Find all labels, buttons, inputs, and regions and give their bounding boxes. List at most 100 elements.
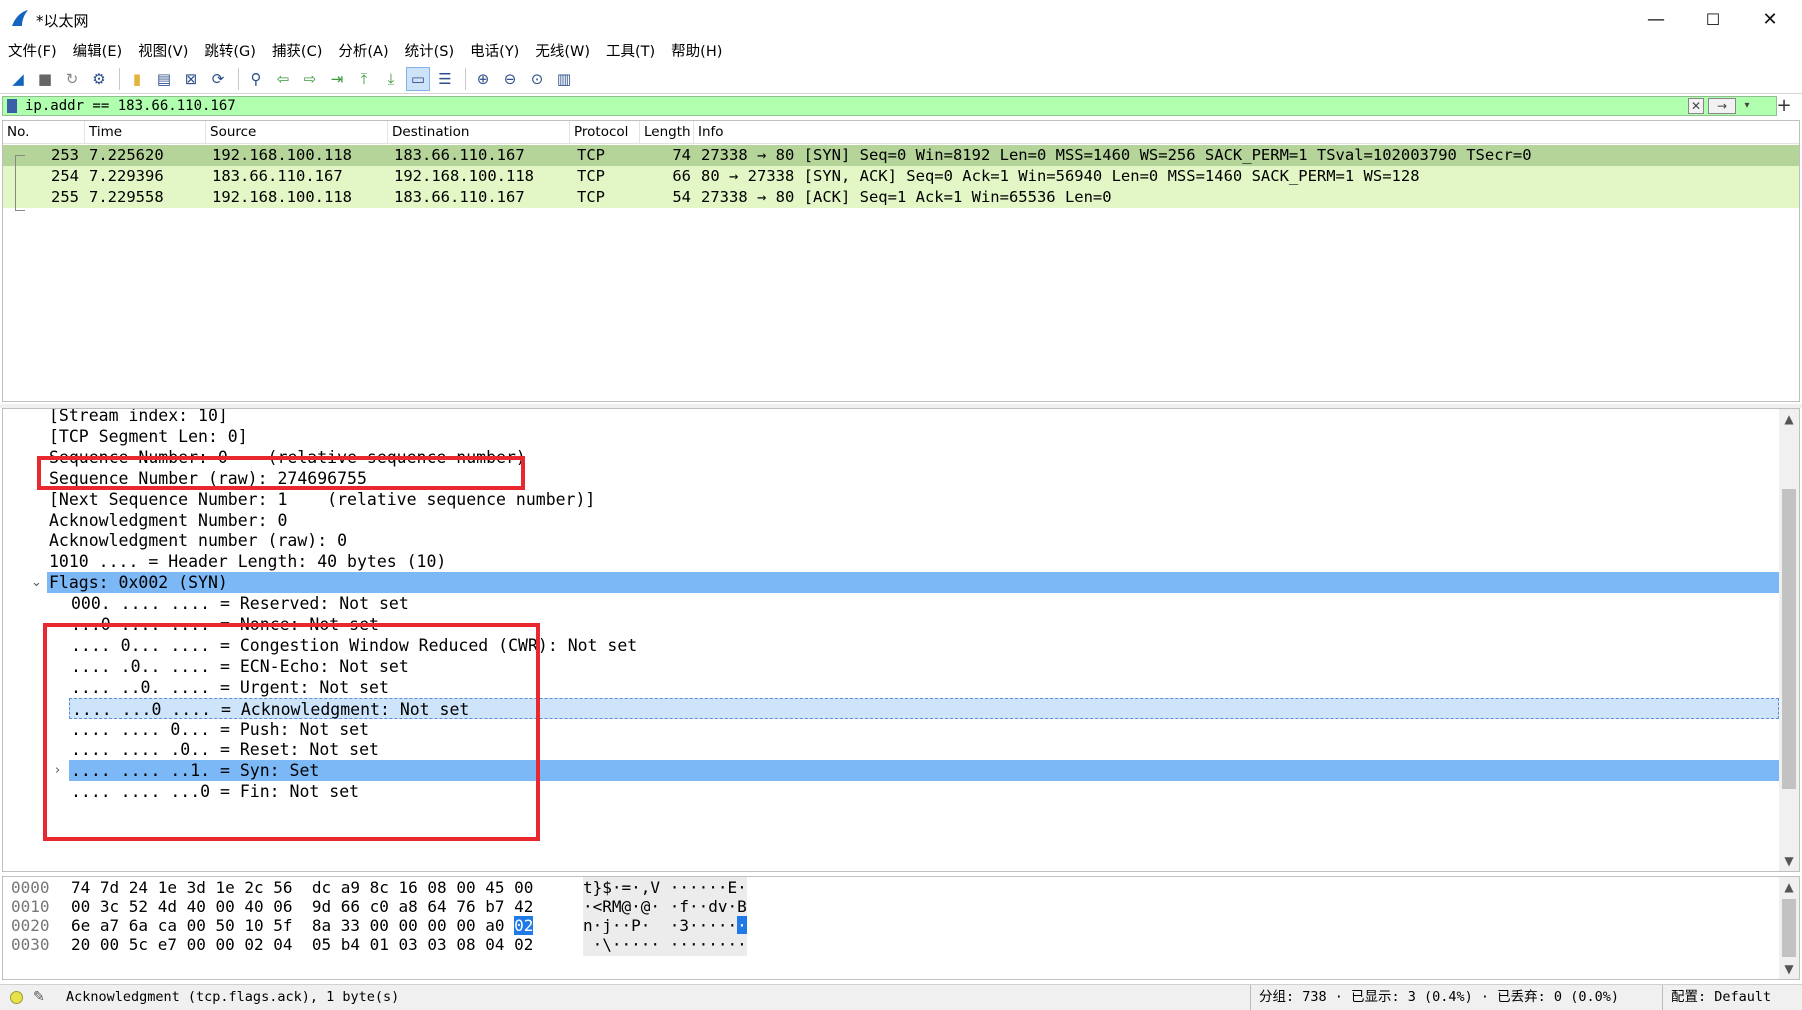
title-bar: *以太网 — ☐ ✕ <box>0 0 1802 38</box>
expert-info-icon[interactable] <box>10 991 23 1004</box>
scroll-up-icon[interactable]: ▲ <box>1779 409 1799 429</box>
add-filter-button[interactable]: + <box>1772 96 1796 116</box>
menu-item-9[interactable]: 工具(T) <box>606 40 655 64</box>
open-folder-icon[interactable]: ▮ <box>125 67 149 91</box>
menu-item-7[interactable]: 电话(Y) <box>470 40 519 64</box>
save-file-icon[interactable]: ▤ <box>152 67 176 91</box>
detail-row[interactable]: [Stream index: 10] <box>3 409 1779 426</box>
last-packet-icon[interactable]: ⤓ <box>379 67 403 91</box>
detail-text: [TCP Segment Len: 0] <box>49 426 248 446</box>
detail-row[interactable]: .... .... ..1. = Syn: Set <box>69 760 1779 782</box>
detail-row[interactable]: Acknowledgment Number: 0 <box>3 510 1779 531</box>
packet-destination: 183.66.110.167 <box>394 188 525 206</box>
detail-row[interactable]: .... ..0. .... = Urgent: Not set <box>3 677 1779 698</box>
close-file-icon[interactable]: ⊠ <box>179 67 203 91</box>
detail-row[interactable]: ...0 .... .... = Nonce: Not set <box>3 614 1779 635</box>
zoom-out-icon[interactable]: ⊖ <box>498 67 522 91</box>
profile-label[interactable]: 配置: Default <box>1662 985 1771 1010</box>
packet-source: 192.168.100.118 <box>212 188 352 206</box>
detail-row[interactable]: Sequence Number: 0 (relative sequence nu… <box>3 447 1779 468</box>
detail-text: Acknowledgment number (raw): 0 <box>49 531 348 551</box>
detail-text: .... .... ..1. = Syn: Set <box>71 761 320 781</box>
bytes-ascii: ·\····· ········ <box>583 934 747 956</box>
stop-icon[interactable]: ■ <box>33 67 57 91</box>
detail-text: .... .0.. .... = ECN-Echo: Not set <box>71 656 409 676</box>
bytes-ascii-text: ·<RM@·@· ·f··dv·B <box>583 897 747 916</box>
bookmark-icon[interactable] <box>7 99 17 113</box>
scroll-down-icon[interactable]: ▼ <box>1779 959 1799 979</box>
forward-arrow-icon[interactable]: ⇨ <box>298 67 322 91</box>
col-source[interactable]: Source <box>206 121 388 143</box>
details-scrollbar[interactable]: ▲ ▼ <box>1779 409 1799 871</box>
detail-row[interactable]: .... .0.. .... = ECN-Echo: Not set <box>3 656 1779 677</box>
col-destination[interactable]: Destination <box>388 121 570 143</box>
restart-icon[interactable]: ↻ <box>60 67 84 91</box>
menu-item-0[interactable]: 文件(F) <box>8 40 57 64</box>
col-time[interactable]: Time <box>85 121 206 143</box>
packet-no: 253 <box>51 146 79 164</box>
menu-item-3[interactable]: 跳转(G) <box>204 40 256 64</box>
zoom-in-icon[interactable]: ⊕ <box>471 67 495 91</box>
scroll-down-icon[interactable]: ▼ <box>1779 851 1799 871</box>
detail-row[interactable]: .... .... .0.. = Reset: Not set <box>3 739 1779 760</box>
chevron-right-icon[interactable]: › <box>55 760 60 781</box>
packet-row[interactable]: 253 7.225620 192.168.100.118 183.66.110.167… <box>3 145 1799 166</box>
colorize-icon[interactable]: ☰ <box>433 67 457 91</box>
detail-row[interactable]: .... .... 0... = Push: Not set <box>3 719 1779 740</box>
bytes-row[interactable]: 0030 20 00 5c e7 00 00 02 04 05 b4 01 03 … <box>3 934 1779 956</box>
bytes-scrollbar[interactable]: ▲ ▼ <box>1779 877 1799 979</box>
detail-text: .... ...0 .... = Acknowledgment: Not set <box>72 699 470 719</box>
detail-row[interactable]: [TCP Segment Len: 0] <box>3 426 1779 447</box>
main-toolbar: ◢ ■ ↻ ⚙ ▮ ▤ ⊠ ⟳ ⚲ ⇦ ⇨ ⇥ ⤒ ⤓ ▭ ☰ ⊕ ⊖ ⊙ ▥ <box>0 65 1802 94</box>
packet-info: 80 → 27338 [SYN, ACK] Seq=0 Ack=1 Win=56… <box>701 167 1420 185</box>
packet-row[interactable]: 255 7.229558 192.168.100.118 183.66.110.167… <box>3 187 1799 208</box>
menu-item-1[interactable]: 编辑(E) <box>73 40 122 64</box>
close-button[interactable]: ✕ <box>1741 0 1799 38</box>
col-no[interactable]: No. <box>3 121 85 143</box>
detail-row[interactable]: Flags: 0x002 (SYN) <box>47 572 1779 594</box>
menu-bar: 文件(F) 编辑(E) 视图(V) 跳转(G) 捕获(C) 分析(A) 统计(S) 电话(Y)… <box>0 40 1802 64</box>
find-icon[interactable]: ⚲ <box>244 67 268 91</box>
detail-row[interactable]: Acknowledgment number (raw): 0 <box>3 530 1779 551</box>
detail-row[interactable]: .... .... ...0 = Fin: Not set <box>3 781 1779 802</box>
edit-comment-icon[interactable]: ✎ <box>33 985 45 1010</box>
minimize-button[interactable]: — <box>1627 0 1685 38</box>
scroll-thumb[interactable] <box>1782 899 1796 957</box>
back-arrow-icon[interactable]: ⇦ <box>271 67 295 91</box>
apply-filter-button[interactable]: → <box>1708 98 1736 114</box>
menu-item-2[interactable]: 视图(V) <box>138 40 188 64</box>
detail-row[interactable]: 000. .... .... = Reserved: Not set <box>3 593 1779 614</box>
maximize-button[interactable]: ☐ <box>1684 0 1742 38</box>
goto-packet-icon[interactable]: ⇥ <box>325 67 349 91</box>
resize-columns-icon[interactable]: ▥ <box>552 67 576 91</box>
menu-item-10[interactable]: 帮助(H) <box>671 40 722 64</box>
detail-row[interactable]: 1010 .... = Header Length: 40 bytes (10) <box>3 551 1779 572</box>
bytes-hex-selected: 02 <box>514 916 534 935</box>
col-info[interactable]: Info <box>694 121 1799 143</box>
autoscroll-icon[interactable]: ▭ <box>406 67 430 91</box>
col-length[interactable]: Length <box>640 121 694 143</box>
detail-text: Sequence Number (raw): 274696755 <box>49 468 367 488</box>
scroll-thumb[interactable] <box>1782 489 1796 789</box>
col-protocol[interactable]: Protocol <box>570 121 640 143</box>
zoom-normal-icon[interactable]: ⊙ <box>525 67 549 91</box>
scroll-up-icon[interactable]: ▲ <box>1779 877 1799 897</box>
detail-row[interactable]: [Next Sequence Number: 1 (relative seque… <box>3 489 1779 510</box>
detail-row[interactable]: .... 0... .... = Congestion Window Reduc… <box>3 635 1779 656</box>
menu-item-5[interactable]: 分析(A) <box>338 40 388 64</box>
packet-counts: 分组: 738 · 已显示: 3 (0.4%) · 已丢弃: 0 (0.0%) <box>1250 985 1619 1010</box>
clear-filter-button[interactable]: ✕ <box>1688 98 1704 114</box>
shark-fin-start-icon[interactable]: ◢ <box>6 67 30 91</box>
packet-row[interactable]: 254 7.229396 183.66.110.167 192.168.100.118… <box>3 166 1799 187</box>
options-gear-icon[interactable]: ⚙ <box>87 67 111 91</box>
chevron-down-icon[interactable]: ⌄ <box>31 572 42 593</box>
reload-icon[interactable]: ⟳ <box>206 67 230 91</box>
menu-item-6[interactable]: 统计(S) <box>405 40 455 64</box>
chevron-down-icon[interactable]: ▾ <box>1740 98 1754 114</box>
detail-row[interactable]: .... ...0 .... = Acknowledgment: Not set <box>69 697 1779 719</box>
detail-row[interactable]: Sequence Number (raw): 274696755 <box>3 468 1779 489</box>
menu-item-8[interactable]: 无线(W) <box>535 40 590 64</box>
first-packet-icon[interactable]: ⤒ <box>352 67 376 91</box>
display-filter-input[interactable] <box>25 97 1705 115</box>
menu-item-4[interactable]: 捕获(C) <box>272 40 322 64</box>
